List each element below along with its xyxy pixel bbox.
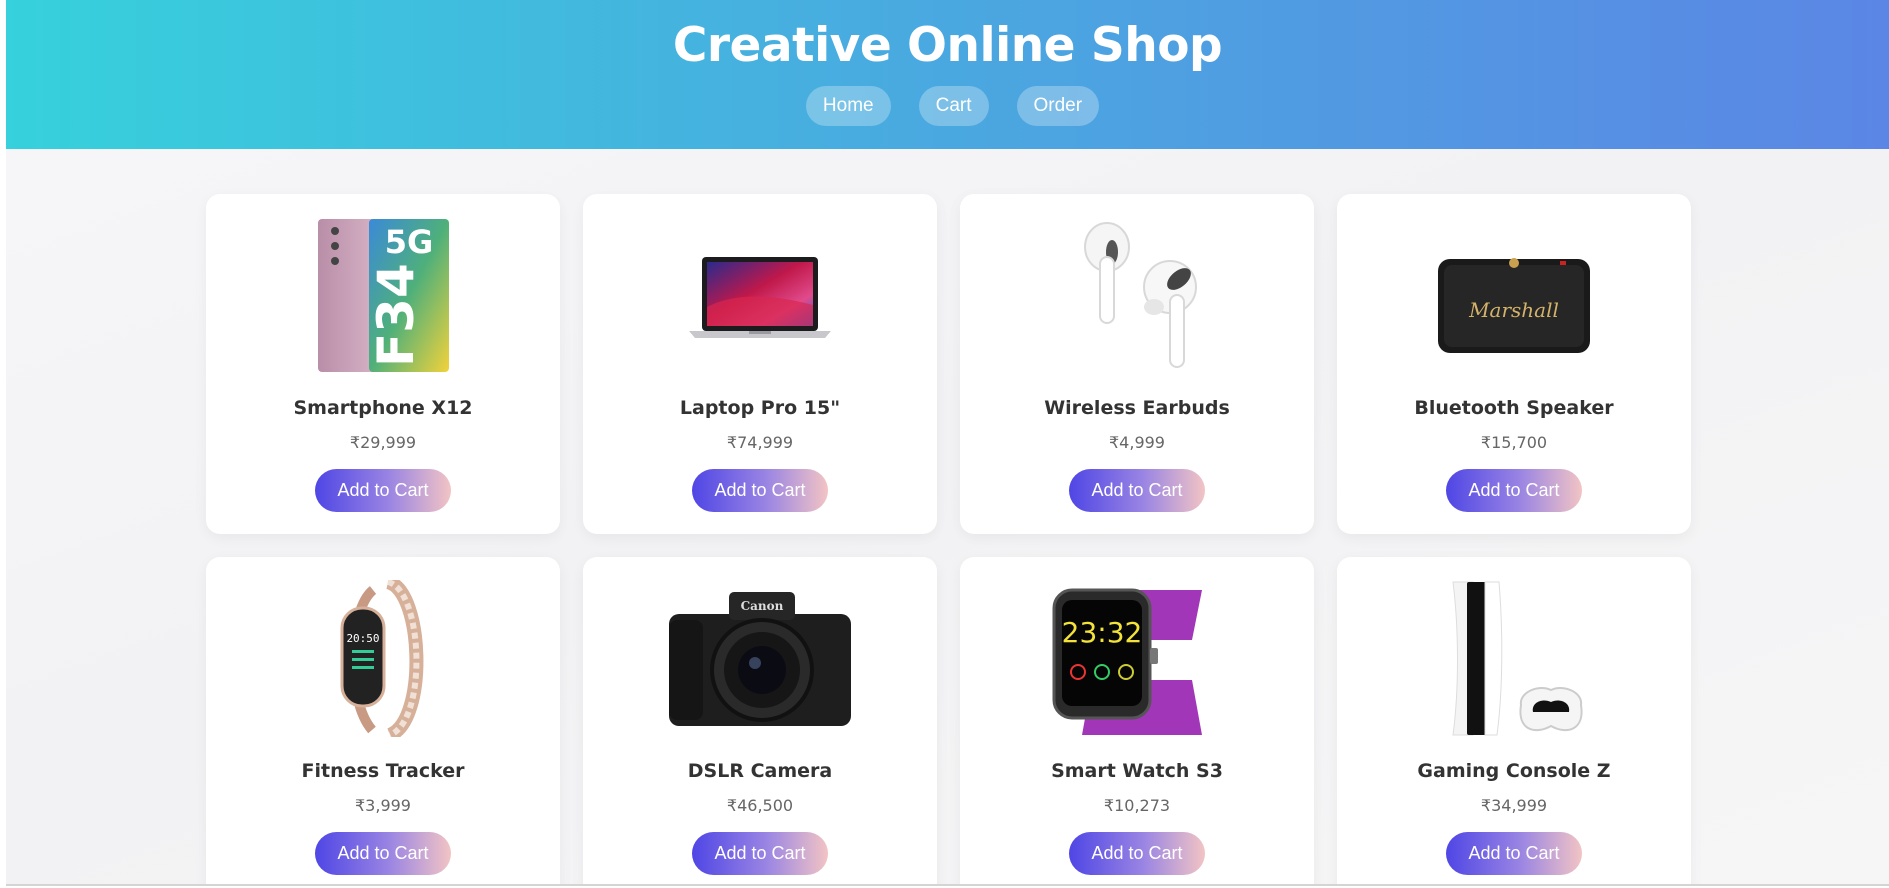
nav-order[interactable]: Order [1016, 86, 1100, 126]
add-to-cart-button[interactable]: Add to Cart [315, 469, 451, 512]
product-price: ₹4,999 [1109, 433, 1165, 452]
product-card: Laptop Pro 15" ₹74,999 Add to Cart [583, 194, 937, 534]
nav-home[interactable]: Home [805, 86, 891, 126]
product-price: ₹29,999 [349, 433, 417, 452]
product-name: Fitness Tracker [301, 760, 465, 782]
camera-image: Canon [583, 580, 937, 737]
product-card: 23:32 Smart Watch S3 ₹10,273 Add to Cart [960, 557, 1314, 885]
product-price: ₹3,999 [355, 796, 411, 815]
product-price: ₹74,999 [726, 433, 794, 452]
product-name: Bluetooth Speaker [1414, 397, 1614, 419]
product-grid: 5G F34 Smartphone X12 ₹29,999 Add to Car… [206, 194, 1691, 885]
product-card: Marshall Bluetooth Speaker ₹15,700 Add t… [1337, 194, 1691, 534]
site-title: Creative Online Shop [672, 18, 1223, 73]
tracker-time-text: 20:50 [346, 632, 379, 645]
product-name: DSLR Camera [687, 760, 833, 782]
smartwatch-image: 23:32 [960, 580, 1314, 737]
camera-brand-text: Canon [741, 599, 784, 613]
product-price: ₹34,999 [1480, 796, 1548, 815]
site-header: Creative Online Shop Home Cart Order [6, 0, 1889, 149]
add-to-cart-button[interactable]: Add to Cart [1446, 832, 1582, 875]
nav-cart[interactable]: Cart [918, 86, 989, 126]
product-price: ₹10,273 [1103, 796, 1171, 815]
main-nav: Home Cart Order [6, 86, 1889, 126]
add-to-cart-button[interactable]: Add to Cart [315, 832, 451, 875]
speaker-image: Marshall [1337, 217, 1691, 374]
add-to-cart-button[interactable]: Add to Cart [1446, 469, 1582, 512]
watch-time-text: 23:32 [1062, 616, 1143, 649]
smartphone-image: 5G F34 [206, 217, 560, 374]
product-name: Wireless Earbuds [1044, 397, 1230, 419]
product-card: 5G F34 Smartphone X12 ₹29,999 Add to Car… [206, 194, 560, 534]
console-image [1337, 580, 1691, 737]
fitness-tracker-image: 20:50 [206, 580, 560, 737]
product-name: Gaming Console Z [1417, 760, 1611, 782]
product-card: Gaming Console Z ₹34,999 Add to Cart [1337, 557, 1691, 885]
add-to-cart-button[interactable]: Add to Cart [1069, 469, 1205, 512]
speaker-brand-text: Marshall [1468, 298, 1559, 322]
laptop-image [583, 217, 937, 374]
add-to-cart-button[interactable]: Add to Cart [1069, 832, 1205, 875]
window-bottom-border [6, 884, 1889, 886]
phone-badge-text: 5G [385, 223, 434, 261]
add-to-cart-button[interactable]: Add to Cart [692, 832, 828, 875]
product-name: Laptop Pro 15" [679, 397, 841, 419]
page: Creative Online Shop Home Cart Order 5G … [6, 0, 1889, 885]
add-to-cart-button[interactable]: Add to Cart [692, 469, 828, 512]
product-card: Canon DSLR Camera ₹46,500 Add to Cart [583, 557, 937, 885]
product-name: Smartphone X12 [293, 397, 473, 419]
earbuds-image [960, 217, 1314, 374]
product-price: ₹46,500 [726, 796, 794, 815]
product-card: Wireless Earbuds ₹4,999 Add to Cart [960, 194, 1314, 534]
product-price: ₹15,700 [1480, 433, 1548, 452]
product-name: Smart Watch S3 [1051, 760, 1223, 782]
product-card: 20:50 Fitness Tracker ₹3,999 Add to Cart [206, 557, 560, 885]
phone-model-text: F34 [367, 263, 425, 367]
